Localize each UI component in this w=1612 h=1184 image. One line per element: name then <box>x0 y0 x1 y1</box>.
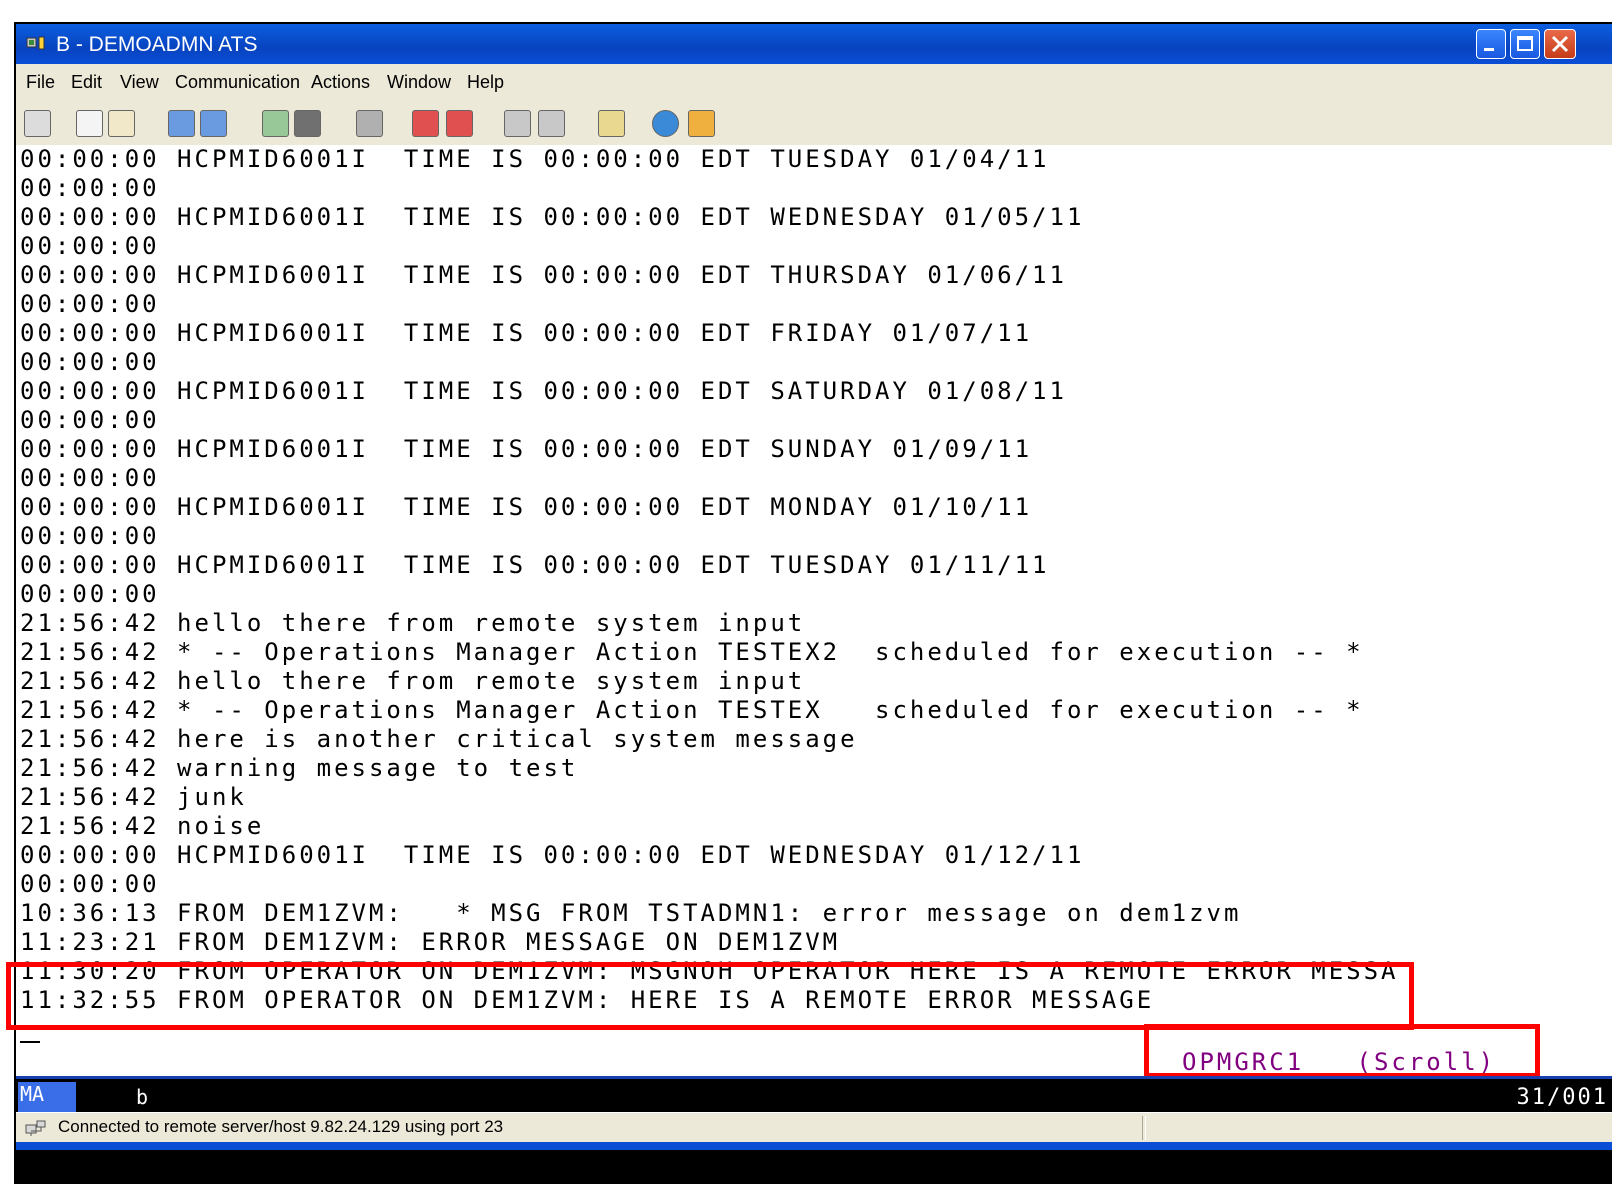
copy-button[interactable] <box>76 110 103 137</box>
send-file-button[interactable] <box>168 110 195 137</box>
terminal-line: 00:00:00 <box>20 870 160 898</box>
terminal-line: 00:00:00 HCPMID6001I TIME IS 00:00:00 ED… <box>20 551 1050 579</box>
receive-file-button[interactable] <box>200 110 227 137</box>
status-separator <box>1142 1116 1146 1140</box>
terminal-line: 21:56:42 hello there from remote system … <box>20 667 806 695</box>
terminal-line: 21:56:42 * -- Operations Manager Action … <box>20 696 1364 724</box>
terminal-line: 00:00:00 <box>20 348 160 376</box>
record-macro-button[interactable] <box>412 110 439 137</box>
maximize-button[interactable] <box>1510 29 1540 59</box>
play-macro-button[interactable] <box>504 110 531 137</box>
display-session-button[interactable] <box>24 110 51 137</box>
input-cursor[interactable] <box>20 1041 40 1043</box>
terminal-line: 00:00:00 HCPMID6001I TIME IS 00:00:00 ED… <box>20 145 1050 173</box>
terminal-line: 00:00:00 <box>20 232 160 260</box>
maximize-icon <box>1517 36 1533 51</box>
terminal-line: 00:00:00 <box>20 522 160 550</box>
terminal-line: 21:56:42 warning message to test <box>20 754 579 782</box>
terminal-line: 00:00:00 HCPMID6001I TIME IS 00:00:00 ED… <box>20 841 1085 869</box>
close-icon <box>1551 35 1569 53</box>
menu-window[interactable]: Window <box>387 72 451 93</box>
paste-button[interactable] <box>108 110 135 137</box>
connect-button[interactable] <box>652 110 679 137</box>
menu-bar: File Edit View Communication Actions Win… <box>16 64 1612 100</box>
stop-macro-button[interactable] <box>446 110 473 137</box>
terminal-line: 21:56:42 noise <box>20 812 265 840</box>
terminal-line: 21:56:42 * -- Operations Manager Action … <box>20 638 1364 666</box>
connection-status-text: Connected to remote server/host 9.82.24.… <box>58 1117 504 1136</box>
menu-actions[interactable]: Actions <box>311 72 370 93</box>
terminal-line: 11:23:21 FROM DEM1ZVM: ERROR MESSAGE ON … <box>20 928 841 956</box>
macro-manager-button[interactable] <box>538 110 565 137</box>
terminal-line: 21:56:42 junk <box>20 783 247 811</box>
keypad-button[interactable] <box>262 110 289 137</box>
disconnect-button[interactable] <box>688 110 715 137</box>
operator-info-area: MA b 31/001 <box>16 1076 1612 1115</box>
close-button[interactable] <box>1544 29 1576 59</box>
terminal-screen[interactable]: 00:00:00 HCPMID6001I TIME IS 00:00:00 ED… <box>16 145 1612 1076</box>
terminal-line: 00:00:00 HCPMID6001I TIME IS 00:00:00 ED… <box>20 319 1033 347</box>
window-title: B - DEMOADMN ATS <box>56 33 258 56</box>
terminal-line: 21:56:42 hello there from remote system … <box>20 609 806 637</box>
terminal-line: 00:00:00 HCPMID6001I TIME IS 00:00:00 ED… <box>20 435 1033 463</box>
menu-file[interactable]: File <box>26 72 55 93</box>
terminal-line: 00:00:00 HCPMID6001I TIME IS 00:00:00 ED… <box>20 261 1067 289</box>
terminal-line: 00:00:00 HCPMID6001I TIME IS 00:00:00 ED… <box>20 203 1085 231</box>
terminal-line: 00:00:00 HCPMID6001I TIME IS 00:00:00 ED… <box>20 493 1033 521</box>
clipboard-button[interactable] <box>598 110 625 137</box>
print-screen-button[interactable] <box>356 110 383 137</box>
oia-mode-indicator: MA <box>18 1082 76 1112</box>
terminal-line: 00:00:00 <box>20 464 160 492</box>
oia-session-id: b <box>136 1085 149 1109</box>
title-bar[interactable]: B - DEMOADMN ATS <box>16 24 1612 64</box>
menu-communication[interactable]: Communication <box>175 72 300 93</box>
terminal-line: 00:00:00 <box>20 290 160 318</box>
network-connection-icon <box>25 1120 46 1136</box>
menu-help[interactable]: Help <box>467 72 504 93</box>
highlight-box-opmgr-status <box>1144 1024 1540 1078</box>
status-bar: Connected to remote server/host 9.82.24.… <box>16 1112 1612 1143</box>
3270-session-icon <box>26 36 45 50</box>
oia-cursor-position: 31/001 <box>1516 1085 1608 1110</box>
toolbar <box>16 100 1612 146</box>
window-bottom-border <box>16 1142 1612 1150</box>
minimize-icon <box>1484 48 1494 51</box>
terminal-line: 21:56:42 here is another critical system… <box>20 725 858 753</box>
macro-button[interactable] <box>294 110 321 137</box>
minimize-button[interactable] <box>1476 29 1506 59</box>
terminal-line: 00:00:00 <box>20 406 160 434</box>
terminal-line: 00:00:00 <box>20 174 160 202</box>
terminal-line: 00:00:00 <box>20 580 160 608</box>
terminal-line: 00:00:00 HCPMID6001I TIME IS 00:00:00 ED… <box>20 377 1067 405</box>
highlight-box-remote-message <box>6 962 1414 1030</box>
menu-edit[interactable]: Edit <box>71 72 102 93</box>
terminal-line: 10:36:13 FROM DEM1ZVM: * MSG FROM TSTADM… <box>20 899 1242 927</box>
menu-view[interactable]: View <box>120 72 159 93</box>
